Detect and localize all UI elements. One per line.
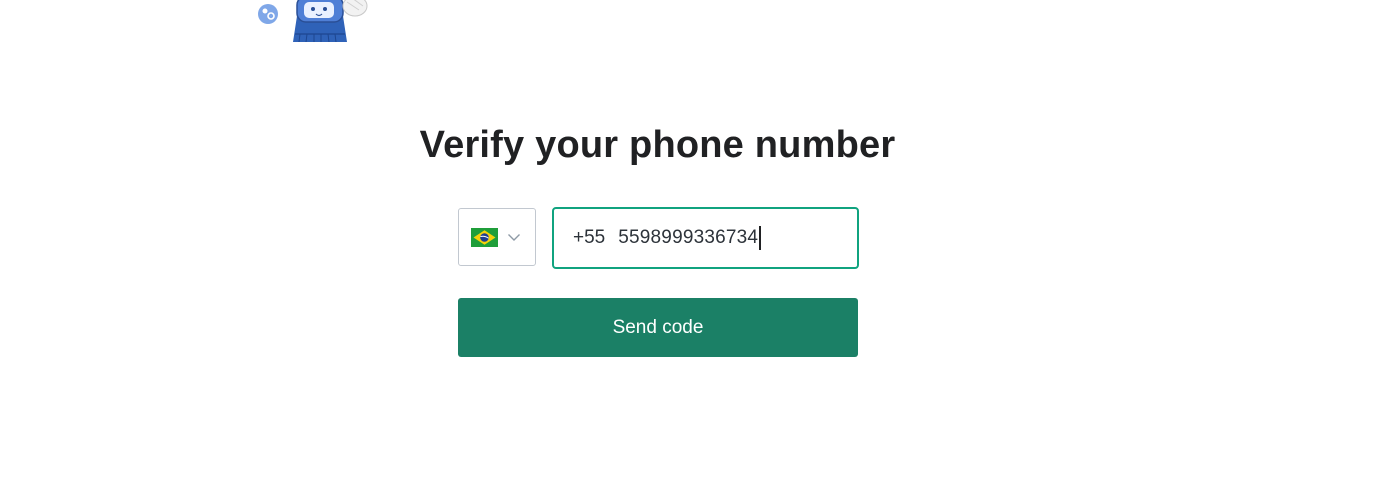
verify-phone-page: Verify your phone number +55 55989993367… — [0, 0, 1387, 503]
country-code-select[interactable] — [458, 208, 536, 266]
brazil-flag-icon — [471, 227, 498, 247]
send-code-button[interactable]: Send code — [458, 298, 858, 357]
dial-code: +55 — [573, 227, 606, 248]
chevron-down-icon — [508, 234, 520, 241]
phone-number-input[interactable]: +55 5598999336734 — [552, 207, 859, 269]
phone-number-value: 5598999336734 — [618, 227, 759, 248]
mascot-sticker-icon — [258, 0, 368, 43]
page-title: Verify your phone number — [419, 124, 896, 166]
text-cursor — [759, 226, 761, 250]
